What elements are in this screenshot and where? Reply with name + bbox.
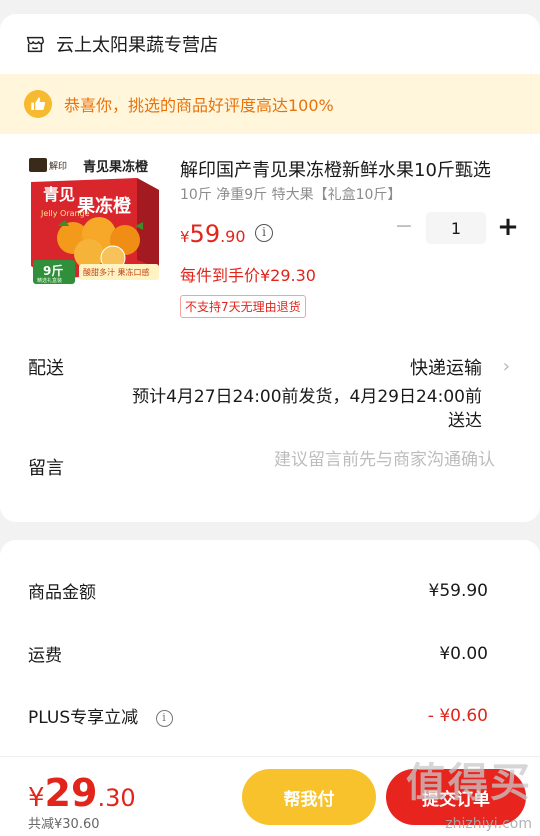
product-item: 解印 青见果冻橙 青见 果冻橙 Jelly Orange 9斤 精选礼盒装 酸甜… bbox=[0, 134, 540, 344]
total-dec: .30 bbox=[97, 784, 136, 812]
product-title[interactable]: 解印国产青见果冻橙新鲜水果10斤甄选 bbox=[180, 156, 516, 182]
info-icon[interactable]: i bbox=[155, 709, 173, 727]
store-icon bbox=[26, 36, 44, 53]
image-top-label: 青见果冻橙 bbox=[83, 159, 149, 175]
total-currency: ¥ bbox=[28, 783, 45, 813]
plus-button[interactable]: + bbox=[496, 210, 520, 246]
shop-row[interactable]: 云上太阳果蔬专营店 bbox=[0, 14, 540, 74]
price-int: 59 bbox=[189, 220, 221, 248]
note-row: 留言 bbox=[0, 444, 540, 504]
quantity-stepper: − + bbox=[392, 210, 520, 246]
help-pay-button[interactable]: 帮我付 bbox=[242, 769, 376, 825]
goods-amount-row: 商品金额 ¥59.90 bbox=[28, 578, 488, 604]
note-label: 留言 bbox=[28, 458, 64, 479]
delivery-estimate-cont: 送达 bbox=[448, 411, 482, 431]
box-title-1: 青见 bbox=[43, 185, 75, 204]
praise-text: 恭喜你，挑选的商品好评度高达100% bbox=[64, 96, 334, 115]
minus-button[interactable]: − bbox=[392, 210, 416, 246]
quantity-input[interactable] bbox=[426, 212, 486, 244]
order-card: 云上太阳果蔬专营店 恭喜你，挑选的商品好评度高达100% 解印 青见果冻橙 青见… bbox=[0, 14, 540, 522]
delivery-row[interactable]: 配送 快递运输 › 预计4月27日24:00前发货，4月29日24:00前 送达 bbox=[0, 344, 540, 444]
delivery-estimate: 预计4月27日24:00前发货，4月29日24:00前 bbox=[132, 387, 482, 407]
slogan: 酸甜多汁 果冻口感 bbox=[83, 267, 150, 277]
plus-discount-label: PLUS专享立减 bbox=[28, 708, 139, 728]
price-info-icon[interactable]: i bbox=[255, 224, 273, 242]
no-return-tag: 不支持7天无理由退货 bbox=[180, 295, 306, 318]
praise-banner: 恭喜你，挑选的商品好评度高达100% bbox=[0, 74, 540, 134]
weight-sub: 精选礼盒装 bbox=[37, 277, 62, 284]
delivery-method: 快递运输 bbox=[410, 358, 482, 379]
shipping-row: 运费 ¥0.00 bbox=[28, 641, 488, 667]
shipping-label: 运费 bbox=[28, 646, 62, 666]
brand-text: 解印 bbox=[49, 160, 67, 172]
plus-discount-value: - ¥0.60 bbox=[427, 705, 488, 726]
submit-order-button[interactable]: 提交订单 bbox=[386, 769, 526, 825]
plus-discount-row: PLUS专享立减 i - ¥0.60 bbox=[28, 703, 488, 729]
thumbs-up-icon bbox=[24, 90, 52, 118]
price-currency: ¥ bbox=[180, 228, 190, 246]
shipping-value: ¥0.00 bbox=[439, 643, 488, 664]
unit-price: 每件到手价¥29.30 bbox=[180, 266, 316, 285]
delivery-label: 配送 bbox=[28, 358, 64, 379]
product-price: ¥ 59 .90 bbox=[180, 220, 246, 248]
product-spec[interactable]: 10斤 净重9斤 特大果【礼盒10斤】 bbox=[180, 184, 401, 204]
goods-amount-value: ¥59.90 bbox=[428, 580, 488, 601]
note-input[interactable] bbox=[195, 450, 495, 470]
chevron-right-icon: › bbox=[502, 356, 510, 377]
saved-amount: 共减¥30.60 bbox=[28, 817, 100, 832]
bottom-bar: ¥ 29 .30 共减¥30.60 帮我付 提交订单 bbox=[0, 756, 540, 836]
brand-logo bbox=[29, 158, 47, 172]
shop-name: 云上太阳果蔬专营店 bbox=[56, 35, 218, 56]
box-en: Jelly Orange bbox=[40, 209, 90, 218]
product-image[interactable]: 解印 青见果冻橙 青见 果冻橙 Jelly Orange 9斤 精选礼盒装 酸甜… bbox=[27, 156, 163, 292]
total-int: 29 bbox=[44, 771, 98, 815]
total-price: ¥ 29 .30 bbox=[28, 771, 136, 815]
weight-badge: 9斤 bbox=[43, 263, 63, 278]
goods-amount-label: 商品金额 bbox=[28, 583, 96, 603]
price-dec: .90 bbox=[220, 227, 246, 246]
